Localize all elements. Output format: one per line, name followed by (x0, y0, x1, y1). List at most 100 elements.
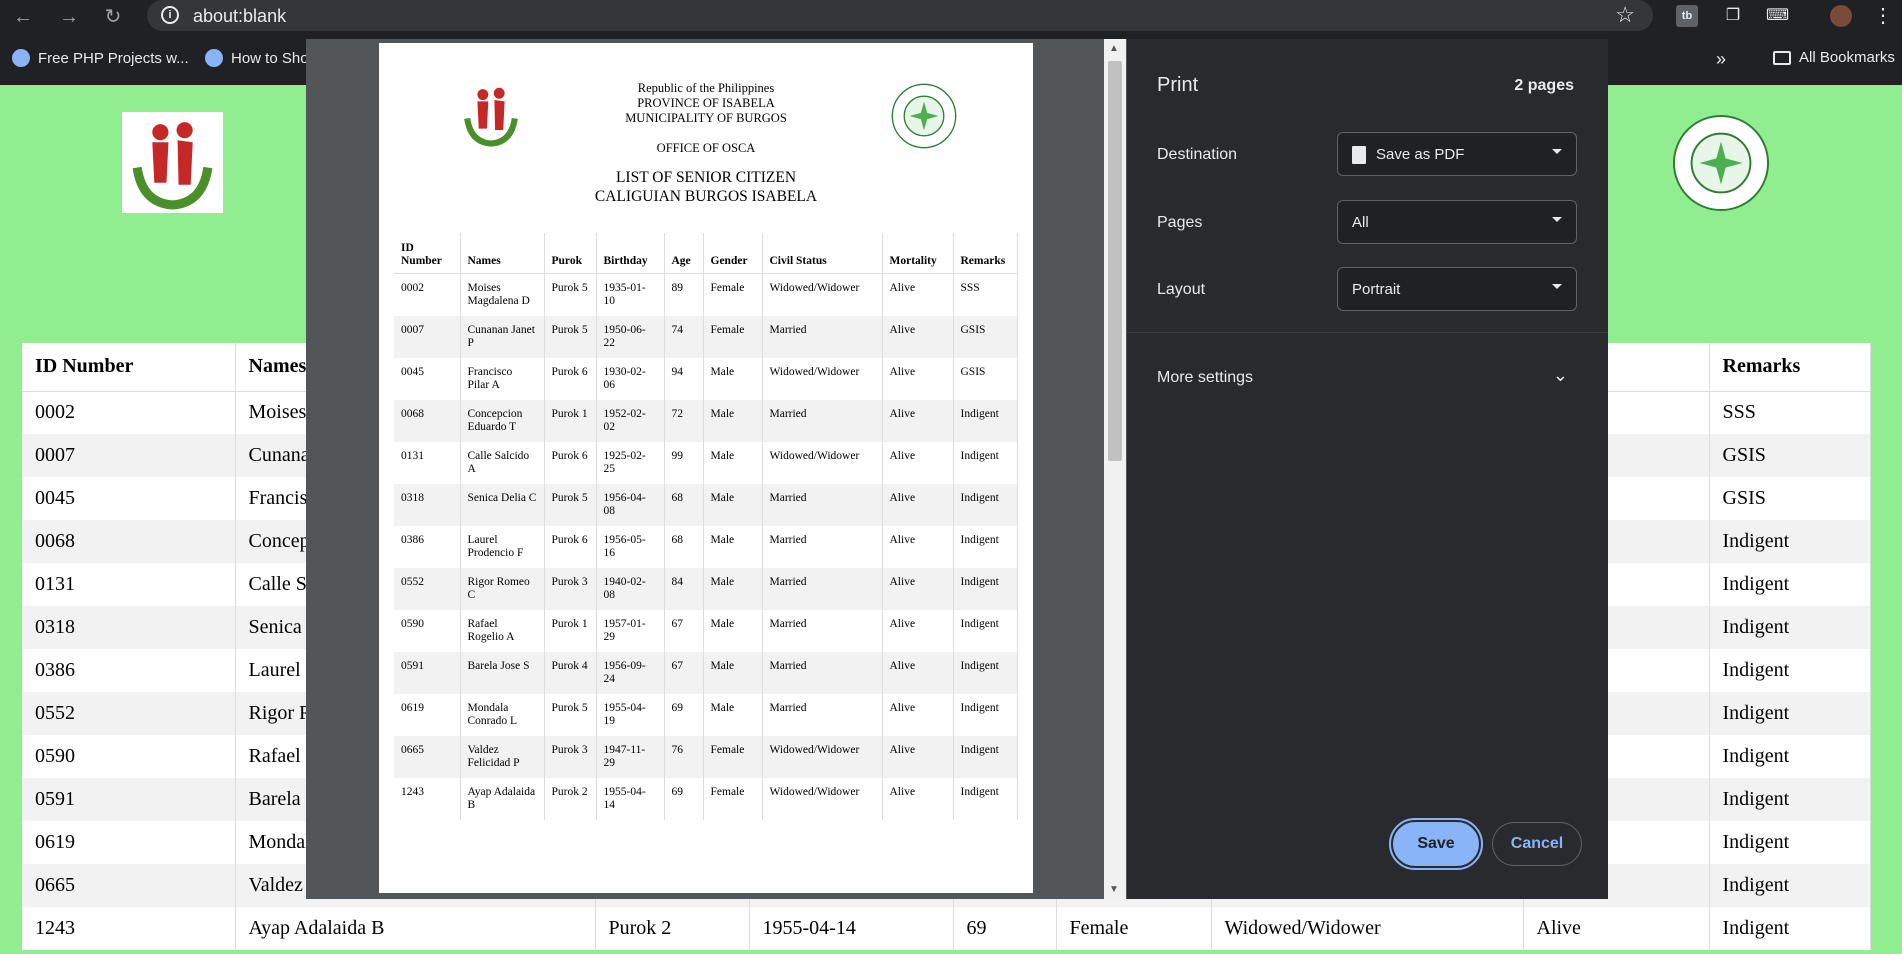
bookmark-star-icon[interactable]: ☆ (1615, 2, 1635, 28)
table-cell: Widowed/Widower (762, 735, 883, 778)
table-cell: Indigent (1709, 606, 1871, 649)
bookmarks-overflow-icon[interactable]: » (1716, 49, 1726, 70)
bookmark-item[interactable]: Free PHP Projects w... (12, 49, 189, 67)
osca-logo (122, 112, 223, 213)
table-cell: Widowed/Widower (762, 357, 883, 400)
table-cell: Married (762, 567, 883, 610)
table-cell: Married (762, 483, 883, 526)
table-cell: 0318 (394, 483, 461, 526)
save-button[interactable]: Save (1389, 818, 1483, 870)
table-cell: Purok 2 (595, 907, 750, 950)
table-cell: Francisco Pilar A (460, 357, 545, 400)
table-cell: Alive (882, 777, 954, 820)
extensions-puzzle-icon[interactable]: ⌨ (1766, 5, 1789, 27)
table-cell: Widowed/Widower (762, 273, 883, 316)
table-cell: 72 (664, 399, 704, 442)
scroll-thumb[interactable] (1108, 61, 1122, 461)
layout-value: Portrait (1352, 281, 1401, 298)
table-row: 0552 Rigor Romeo C Purok 3 1940-02-08 84 Male… (394, 567, 1018, 610)
document-extension-icon[interactable]: ❐ (1722, 5, 1744, 27)
scroll-down-icon[interactable]: ▼ (1109, 884, 1119, 895)
barangay-seal (891, 83, 957, 149)
browser-toolbar: ← → ↻ i about:blank ☆ tb ❐ ⌨ ⋮ (0, 0, 1902, 33)
table-cell: 0045 (22, 477, 236, 520)
column-header: Gender (703, 233, 763, 274)
table-row: 0318 Senica Delia C Purok 5 1956-04-08 68 Mal… (394, 483, 1018, 526)
table-cell: Indigent (1709, 649, 1871, 692)
address-bar[interactable]: i about:blank ☆ (147, 0, 1653, 31)
table-cell: 84 (664, 567, 704, 610)
table-cell: Rafael Rogelio A (460, 609, 545, 652)
print-title: Print (1157, 74, 1199, 96)
layout-select[interactable]: Portrait (1337, 267, 1577, 311)
table-cell: 0068 (22, 520, 236, 563)
url-text: about:blank (193, 6, 287, 26)
table-cell: 68 (664, 525, 704, 568)
table-cell: 1243 (22, 907, 236, 950)
table-cell: Male (703, 651, 763, 694)
cancel-button[interactable]: Cancel (1492, 822, 1582, 866)
column-header: Purok (544, 233, 597, 274)
forward-icon[interactable]: → (56, 4, 82, 30)
table-cell: 0386 (394, 525, 461, 568)
table-cell: Male (703, 693, 763, 736)
table-cell: 1935-01-10 (596, 273, 665, 316)
menu-kebab-icon[interactable]: ⋮ (1872, 5, 1894, 27)
preview-scrollbar[interactable]: ▲ ▼ (1104, 39, 1126, 899)
table-cell: Purok 5 (544, 273, 597, 316)
panel-divider (1127, 332, 1608, 333)
table-cell: Indigent (1709, 821, 1871, 864)
table-cell: 1956-09-24 (596, 651, 665, 694)
destination-select[interactable]: Save as PDF (1337, 132, 1577, 176)
table-cell: 0591 (22, 778, 236, 821)
table-cell: Moises Magdalena D (460, 273, 545, 316)
table-cell: Alive (882, 651, 954, 694)
scroll-up-icon[interactable]: ▲ (1109, 43, 1119, 54)
table-cell: Barela Jose S (460, 651, 545, 694)
table-row: 0591 Barela Jose S Purok 4 1956-09-24 67 Male… (394, 651, 1018, 694)
destination-label: Destination (1157, 146, 1238, 163)
table-cell: 1243 (394, 777, 461, 820)
reload-icon[interactable]: ↻ (100, 4, 126, 30)
table-row: 0619 Mondala Conrado L Purok 5 1955-04-19 69… (394, 693, 1018, 736)
table-cell: Female (1056, 907, 1212, 950)
site-info-icon[interactable]: i (161, 6, 179, 24)
table-cell: 0590 (22, 735, 236, 778)
table-cell: 0619 (394, 693, 461, 736)
pages-select[interactable]: All (1337, 200, 1577, 244)
profile-avatar[interactable] (1830, 5, 1852, 27)
table-cell: GSIS (953, 357, 1018, 400)
column-header: Mortality (882, 233, 954, 274)
table-cell: Alive (882, 567, 954, 610)
table-cell: Indigent (953, 651, 1018, 694)
table-cell: Married (762, 315, 883, 358)
table-cell: GSIS (953, 315, 1018, 358)
table-cell: 1950-06-22 (596, 315, 665, 358)
chevron-down-icon[interactable]: ⌄ (1553, 365, 1568, 386)
back-icon[interactable]: ← (10, 4, 36, 30)
table-cell: GSIS (1709, 434, 1871, 477)
table-cell: Widowed/Widower (762, 441, 883, 484)
print-settings-panel: Print 2 pages Destination Save as PDF Pa… (1127, 39, 1608, 899)
table-row: 0386 Laurel Prodencio F Purok 6 1956-05-16 6… (394, 525, 1018, 568)
table-cell: Married (762, 399, 883, 442)
all-bookmarks-button[interactable]: All Bookmarks (1773, 49, 1895, 66)
table-cell: Purok 6 (544, 525, 597, 568)
bookmark-item[interactable]: How to Sho (205, 49, 309, 67)
table-cell: Indigent (1709, 563, 1871, 606)
table-cell: 1957-01-29 (596, 609, 665, 652)
bookmark-favicon-icon (12, 49, 30, 67)
table-cell: 1952-02-02 (596, 399, 665, 442)
table-cell: Widowed/Widower (1211, 907, 1524, 950)
extension-tb-icon[interactable]: tb (1676, 5, 1698, 27)
all-bookmarks-label: All Bookmarks (1799, 49, 1895, 66)
table-row: 0068 Concepcion Eduardo T Purok 1 1952-02-0… (394, 399, 1018, 442)
dropdown-caret-icon (1552, 217, 1562, 222)
table-cell: 67 (664, 651, 704, 694)
table-row: 1243 Ayap Adalaida B Purok 2 1955-04-14 69 Fe… (22, 907, 1871, 950)
more-settings-toggle[interactable]: More settings (1157, 369, 1253, 387)
table-cell: Indigent (1709, 864, 1871, 907)
table-cell: 67 (664, 609, 704, 652)
title-line: CALIGUIAN BURGOS ISABELA (594, 188, 818, 205)
table-cell: Alive (1523, 907, 1710, 950)
